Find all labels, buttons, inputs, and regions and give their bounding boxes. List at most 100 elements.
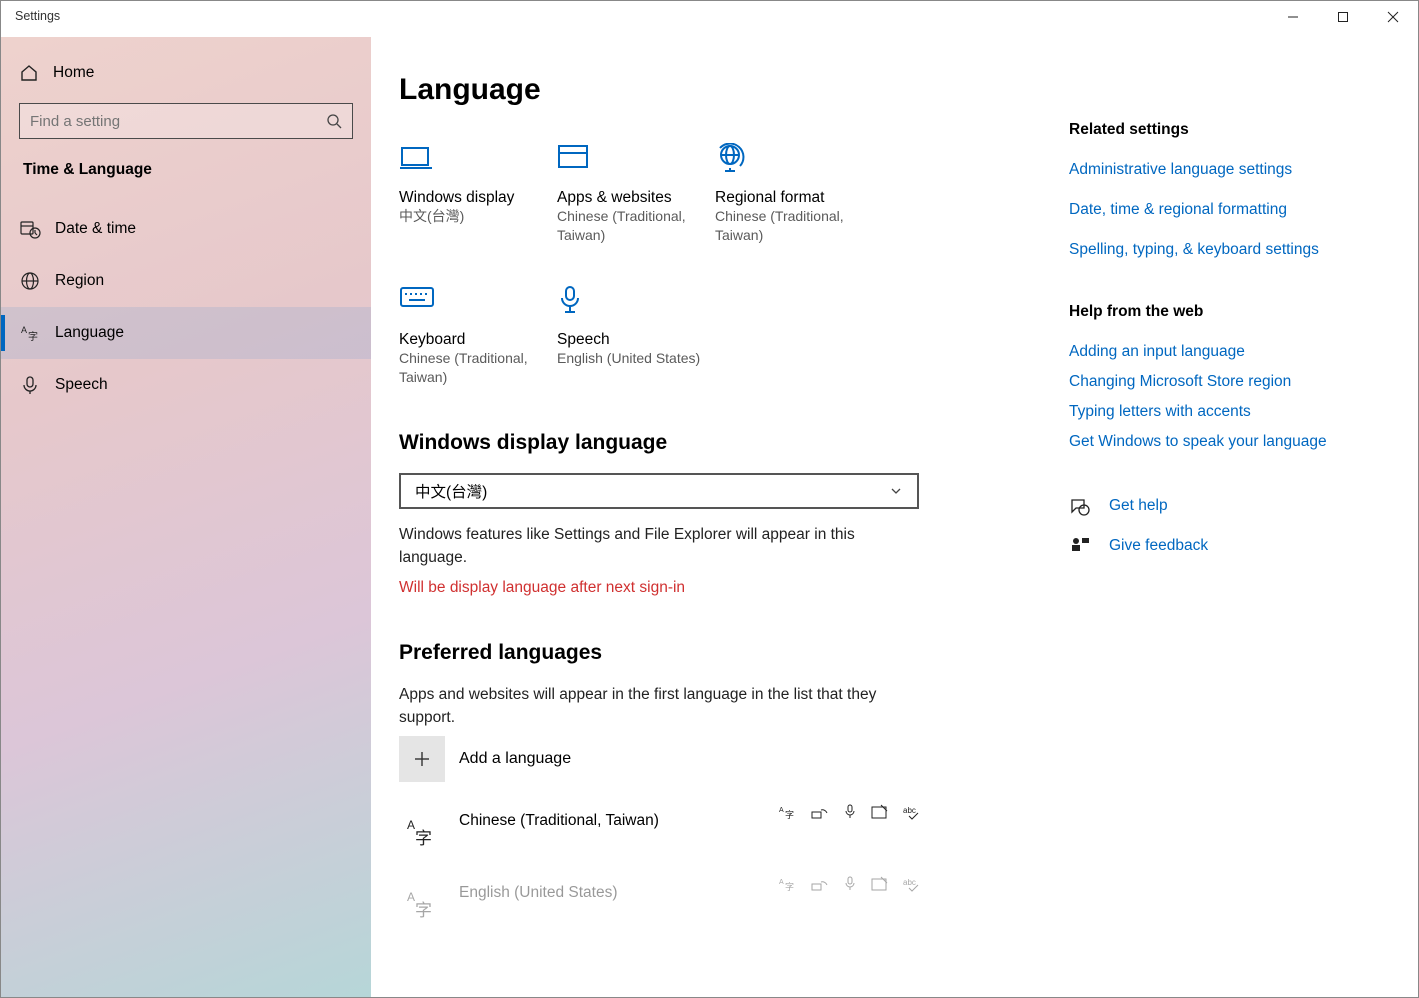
link-typing-accents[interactable]: Typing letters with accents [1069, 403, 1409, 421]
speech-rec-icon [843, 804, 857, 820]
tile-title: Apps & websites [557, 189, 715, 207]
tile-title: Regional format [715, 189, 873, 207]
tile-keyboard[interactable]: Keyboard Chinese (Traditional, Taiwan) [399, 285, 557, 387]
feature-icons: A字 abc [779, 876, 923, 892]
handwriting-icon [871, 876, 889, 892]
sidebar-item-date-time[interactable]: Date & time [1, 203, 371, 255]
tile-apps-websites[interactable]: Apps & websites Chinese (Traditional, Ta… [557, 143, 715, 245]
svg-text:abc: abc [903, 878, 916, 887]
globe-stand-icon [715, 143, 873, 173]
svg-text:字: 字 [415, 829, 432, 848]
sidebar-home-label: Home [53, 64, 94, 82]
sidebar-item-label: Region [55, 272, 104, 290]
keyboard-icon [399, 285, 557, 315]
link-spelling-keyboard[interactable]: Spelling, typing, & keyboard settings [1069, 241, 1409, 259]
svg-text:A: A [21, 325, 27, 335]
svg-text:A: A [407, 890, 415, 904]
tile-speech[interactable]: Speech English (United States) [557, 285, 715, 387]
svg-text:abc: abc [903, 806, 916, 815]
plus-icon [399, 736, 445, 782]
feature-icons: A字 abc [779, 804, 923, 820]
svg-text:字: 字 [415, 901, 432, 920]
calendar-clock-icon [19, 218, 41, 240]
language-name: English (United States) [459, 880, 618, 902]
sidebar-item-region[interactable]: Region [1, 255, 371, 307]
link-change-store-region[interactable]: Changing Microsoft Store region [1069, 373, 1409, 391]
sidebar-item-label: Date & time [55, 220, 136, 238]
language-icon: A字 [399, 880, 445, 926]
tts-icon [811, 804, 829, 820]
add-language-label: Add a language [459, 750, 571, 768]
window-icon [557, 143, 715, 173]
display-language-warning: Will be display language after next sign… [399, 579, 1009, 597]
display-icon [399, 143, 557, 173]
tile-sub: Chinese (Traditional, Taiwan) [399, 349, 557, 387]
close-button[interactable] [1368, 1, 1418, 33]
help-web-heading: Help from the web [1069, 303, 1409, 321]
tile-windows-display[interactable]: Windows display 中文(台灣) [399, 143, 557, 245]
language-row-chinese[interactable]: A字 Chinese (Traditional, Taiwan) A字 abc [399, 808, 1009, 854]
svg-text:字: 字 [28, 330, 38, 343]
get-help-label: Get help [1109, 497, 1168, 515]
search-icon [326, 113, 342, 129]
page-title: Language [399, 73, 1009, 107]
link-admin-language[interactable]: Administrative language settings [1069, 161, 1409, 179]
window-title: Settings [1, 1, 60, 23]
search-box[interactable] [19, 103, 353, 139]
language-name: Chinese (Traditional, Taiwan) [459, 808, 659, 830]
display-language-heading: Windows display language [399, 431, 1009, 455]
tile-title: Keyboard [399, 331, 557, 349]
link-add-input-lang[interactable]: Adding an input language [1069, 343, 1409, 361]
tile-sub: Chinese (Traditional, Taiwan) [715, 207, 873, 245]
svg-text:字: 字 [785, 809, 794, 820]
sidebar-item-label: Speech [55, 376, 108, 394]
give-feedback-link[interactable]: Give feedback [1069, 535, 1409, 557]
language-icon: A字 [19, 322, 41, 344]
tile-sub: Chinese (Traditional, Taiwan) [557, 207, 715, 245]
chevron-down-icon [889, 484, 903, 498]
sidebar-item-speech[interactable]: Speech [1, 359, 371, 411]
maximize-button[interactable] [1318, 1, 1368, 33]
home-icon [19, 63, 39, 83]
svg-text:A: A [779, 807, 784, 814]
chat-help-icon [1069, 495, 1091, 517]
sidebar-item-language[interactable]: A字 Language [1, 307, 371, 359]
display-language-dropdown[interactable]: 中文(台灣) [399, 473, 919, 509]
search-input[interactable] [30, 113, 326, 130]
globe-icon [19, 270, 41, 292]
sidebar-home[interactable]: Home [1, 49, 371, 97]
microphone-icon [19, 374, 41, 396]
spellcheck-icon: abc [903, 804, 923, 820]
tile-title: Speech [557, 331, 715, 349]
spellcheck-icon: abc [903, 876, 923, 892]
tts-icon [811, 876, 829, 892]
tile-sub: English (United States) [557, 349, 715, 368]
link-date-regional[interactable]: Date, time & regional formatting [1069, 201, 1409, 219]
microphone-icon [557, 285, 715, 315]
dropdown-value: 中文(台灣) [415, 480, 487, 502]
sidebar-category: Time & Language [1, 139, 371, 179]
display-lang-icon: A字 [779, 804, 797, 820]
preferred-languages-heading: Preferred languages [399, 641, 1009, 665]
related-settings-heading: Related settings [1069, 121, 1409, 139]
display-lang-icon: A字 [779, 876, 797, 892]
add-language-button[interactable]: Add a language [399, 736, 1009, 782]
speech-rec-icon [843, 876, 857, 892]
language-row-english[interactable]: A字 English (United States) A字 abc [399, 880, 1009, 926]
language-icon: A字 [399, 808, 445, 854]
svg-text:A: A [407, 818, 415, 832]
preferred-languages-desc: Apps and websites will appear in the fir… [399, 683, 919, 730]
svg-text:A: A [779, 879, 784, 886]
display-language-desc: Windows features like Settings and File … [399, 523, 919, 570]
give-feedback-label: Give feedback [1109, 537, 1208, 555]
get-help-link[interactable]: Get help [1069, 495, 1409, 517]
tile-sub: 中文(台灣) [399, 207, 557, 226]
tile-regional-format[interactable]: Regional format Chinese (Traditional, Ta… [715, 143, 873, 245]
link-windows-speak[interactable]: Get Windows to speak your language [1069, 433, 1409, 451]
feedback-icon [1069, 535, 1091, 557]
tile-title: Windows display [399, 189, 557, 207]
handwriting-icon [871, 804, 889, 820]
svg-text:字: 字 [785, 881, 794, 892]
sidebar: Home Time & Language Date & time Region … [1, 37, 371, 997]
minimize-button[interactable] [1268, 1, 1318, 33]
